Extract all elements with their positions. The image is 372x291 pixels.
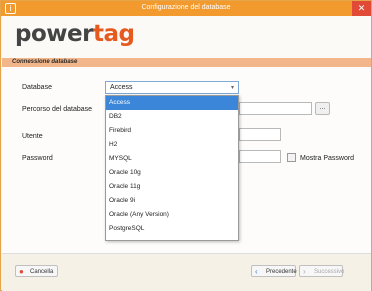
close-button[interactable]: ✕ <box>352 1 371 16</box>
database-label: Database <box>22 84 52 91</box>
chevron-left-icon: ‹ <box>255 267 258 276</box>
logo-bar: powertag <box>2 16 371 58</box>
chevron-right-icon: › <box>303 267 306 276</box>
footer-bar: ● Cancella ‹ Precedente › Successivo <box>2 255 371 291</box>
dropdown-option[interactable]: Oracle 9i <box>106 194 238 208</box>
database-select[interactable]: Access ▾ <box>105 81 239 94</box>
next-button-label: Successivo <box>314 269 345 275</box>
database-select-value: Access <box>110 84 133 91</box>
dropdown-option[interactable]: Oracle (Any Version) <box>106 208 238 222</box>
dropdown-option[interactable]: H2 <box>106 138 238 152</box>
dropdown-option[interactable]: Firebird <box>106 124 238 138</box>
password-label: Password <box>22 155 53 162</box>
section-header: Connessione database <box>2 58 371 67</box>
percorso-input[interactable] <box>239 102 312 115</box>
dropdown-option[interactable]: PostgreSQL <box>106 222 238 236</box>
next-button[interactable]: › Successivo <box>299 265 345 277</box>
show-password-label: Mostra Password <box>300 155 355 162</box>
browse-button[interactable]: ... <box>315 102 330 115</box>
password-input[interactable] <box>239 150 281 163</box>
previous-button[interactable]: ‹ Precedente <box>251 265 297 277</box>
show-password-checkbox[interactable] <box>287 153 296 162</box>
utente-label: Utente <box>22 133 43 140</box>
dialog-window: i Configurazione del database ✕ powertag… <box>0 0 372 291</box>
database-dropdown-list[interactable]: Access DB2 Firebird H2 MYSQL Oracle 10g … <box>105 95 239 241</box>
dropdown-option[interactable]: Oracle 10g <box>106 166 238 180</box>
cancel-button-label: Cancella <box>30 269 54 275</box>
close-icon: ✕ <box>357 3 366 13</box>
powertag-logo: powertag <box>15 21 135 47</box>
dropdown-option[interactable]: Oracle 11g <box>106 180 238 194</box>
chevron-down-icon: ▾ <box>230 85 234 91</box>
section-title: Connessione database <box>12 59 78 65</box>
title-bar[interactable]: i Configurazione del database ✕ <box>1 1 371 16</box>
previous-button-label: Precedente <box>266 269 297 275</box>
cancel-button[interactable]: ● Cancella <box>15 265 58 277</box>
window-title: Configurazione del database <box>141 4 231 11</box>
percorso-label: Percorso del database <box>22 106 93 113</box>
dropdown-option[interactable]: MYSQL <box>106 152 238 166</box>
dropdown-option[interactable]: Access <box>106 96 238 110</box>
dropdown-option[interactable]: DB2 <box>106 110 238 124</box>
cancel-icon: ● <box>19 267 24 276</box>
utente-input[interactable] <box>239 128 281 141</box>
